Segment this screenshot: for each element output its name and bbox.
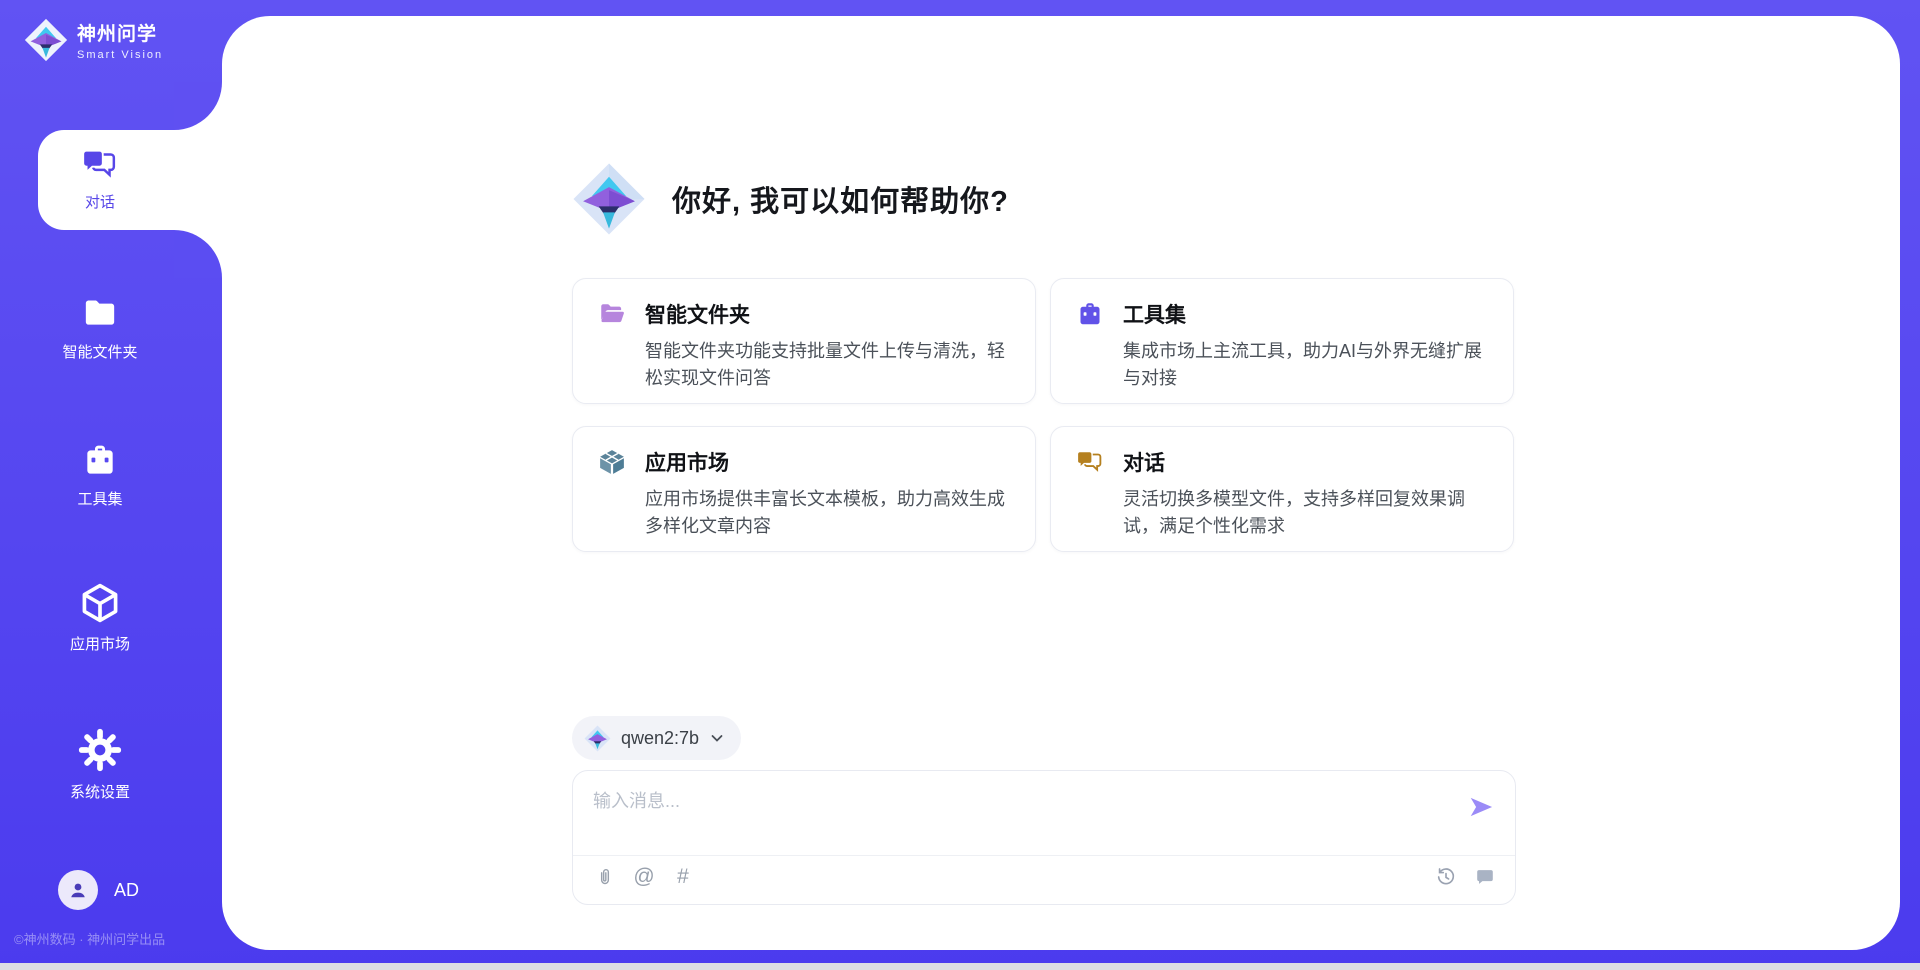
card-head: 应用市场 (597, 447, 1011, 477)
message-composer: @ # (572, 770, 1516, 905)
card-title: 应用市场 (645, 447, 729, 477)
sidebar-item-label: 系统设置 (70, 781, 130, 802)
nav-bubble-curve-top (174, 82, 222, 130)
model-logo-icon (584, 725, 611, 752)
composer-divider (573, 855, 1515, 856)
sidebar-item-chat[interactable]: 对话 (0, 146, 200, 212)
card-head: 工具集 (1075, 299, 1489, 329)
mention-icon[interactable]: @ (632, 865, 656, 889)
sidebar-item-label: 对话 (85, 191, 115, 212)
brand-name: 神州问学 (77, 19, 163, 46)
card-description: 应用市场提供丰富长文本模板，助力高效生成多样化文章内容 (645, 486, 1011, 540)
card-title: 智能文件夹 (645, 299, 750, 329)
card-description: 集成市场上主流工具，助力AI与外界无缝扩展与对接 (1123, 338, 1489, 392)
user-icon (66, 878, 90, 902)
toolbox-icon (79, 440, 121, 480)
sidebar: 神州问学 Smart Vision 对话 智能文件夹 工具集 应用市场 (0, 0, 222, 970)
greeting-title: 你好, 我可以如何帮助你? (672, 178, 1009, 220)
brand-diamond-icon (572, 162, 646, 236)
greeting-block: 你好, 我可以如何帮助你? (572, 162, 1009, 236)
card-title: 对话 (1123, 447, 1165, 477)
horizontal-scrollbar[interactable] (0, 963, 1920, 970)
message-input[interactable] (593, 787, 1453, 845)
app-market-cube-icon (597, 447, 627, 477)
history-icon[interactable] (1434, 865, 1458, 889)
card-app-market[interactable]: 应用市场 应用市场提供丰富长文本模板，助力高效生成多样化文章内容 (572, 426, 1036, 552)
folder-open-icon (597, 299, 627, 329)
chat-bubbles-icon (1075, 447, 1105, 477)
folder-icon (78, 293, 122, 333)
card-head: 智能文件夹 (597, 299, 1011, 329)
card-smart-folder[interactable]: 智能文件夹 智能文件夹功能支持批量文件上传与清洗，轻松实现文件问答 (572, 278, 1036, 404)
card-description: 智能文件夹功能支持批量文件上传与清洗，轻松实现文件问答 (645, 338, 1011, 392)
chat-bubbles-icon (80, 146, 120, 183)
user-account[interactable]: AD (58, 870, 139, 910)
card-description: 灵活切换多模型文件，支持多样回复效果调试，满足个性化需求 (1123, 486, 1489, 540)
chevron-down-icon (709, 730, 725, 746)
send-icon[interactable] (1467, 793, 1495, 821)
model-selector[interactable]: qwen2:7b (572, 716, 741, 760)
avatar (58, 870, 98, 910)
sidebar-item-label: 工具集 (77, 488, 122, 509)
feature-cards: 智能文件夹 智能文件夹功能支持批量文件上传与清洗，轻松实现文件问答 工具集 集成… (572, 278, 1514, 552)
composer-right-tools (1434, 865, 1497, 889)
main-panel: 你好, 我可以如何帮助你? 智能文件夹 智能文件夹功能支持批量文件上传与清洗，轻… (222, 16, 1900, 950)
brand-subtitle: Smart Vision (77, 49, 163, 61)
toolbox-icon (1075, 299, 1105, 329)
copyright-text: ©神州数码 · 神州问学出品 (14, 929, 165, 948)
card-toolset[interactable]: 工具集 集成市场上主流工具，助力AI与外界无缝扩展与对接 (1050, 278, 1514, 404)
topic-icon[interactable]: # (671, 865, 695, 889)
sidebar-item-app-market[interactable]: 应用市场 (0, 581, 200, 654)
feedback-bubble-icon[interactable] (1473, 865, 1497, 889)
card-chat[interactable]: 对话 灵活切换多模型文件，支持多样回复效果调试，满足个性化需求 (1050, 426, 1514, 552)
brand-diamond-icon (24, 18, 68, 62)
sidebar-item-label: 应用市场 (70, 633, 130, 654)
model-name: qwen2:7b (621, 728, 699, 749)
sidebar-item-smart-folder[interactable]: 智能文件夹 (0, 293, 200, 362)
sidebar-item-toolset[interactable]: 工具集 (0, 440, 200, 509)
composer-tools: @ # (593, 865, 695, 889)
nav-bubble-curve-bottom (174, 230, 222, 278)
card-title: 工具集 (1123, 299, 1186, 329)
cube-icon (77, 581, 123, 625)
gear-icon (77, 727, 123, 773)
attach-icon[interactable] (593, 865, 617, 889)
sidebar-item-settings[interactable]: 系统设置 (0, 727, 200, 802)
brand: 神州问学 Smart Vision (24, 18, 163, 62)
card-head: 对话 (1075, 447, 1489, 477)
user-name: AD (114, 880, 139, 901)
sidebar-item-label: 智能文件夹 (62, 341, 137, 362)
